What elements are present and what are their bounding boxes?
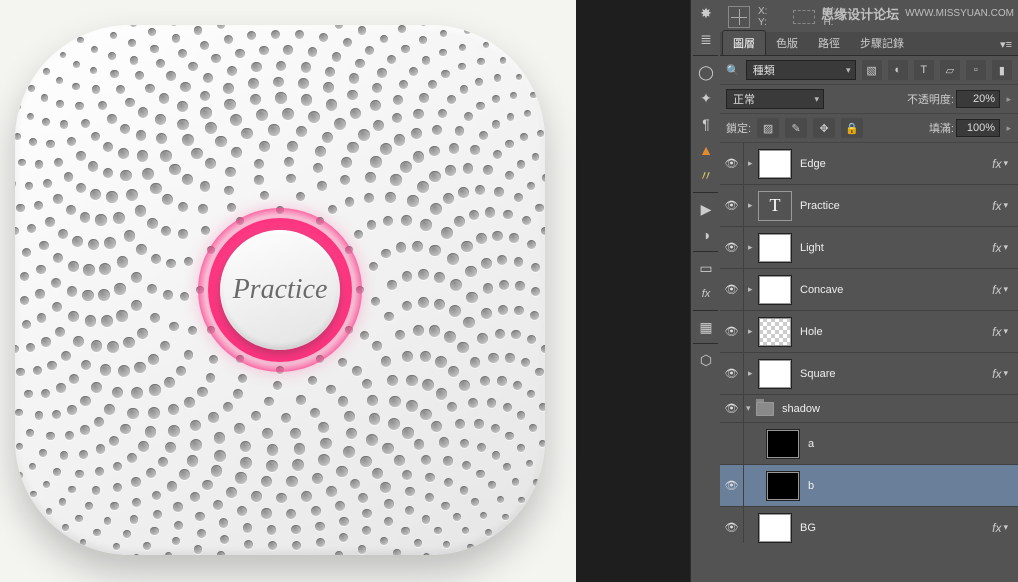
layer-thumbnail[interactable]: T: [758, 191, 792, 221]
canvas-area: Practice: [0, 0, 690, 582]
tool-grid-icon[interactable]: ▦: [691, 314, 721, 340]
fx-badge[interactable]: fx: [992, 325, 1001, 339]
lock-row: 鎖定: ▨ ✎ ✥ 🔒 填滿: 100%: [720, 114, 1018, 143]
layer-thumbnail[interactable]: [758, 513, 792, 543]
layer-name[interactable]: Concave: [800, 284, 992, 296]
filter-row: 🔍 種類 ▧ ◐ T ▱ ▫ ▮: [720, 56, 1018, 85]
layer-row[interactable]: 👁BGfx▾: [720, 507, 1018, 543]
lock-all-icon[interactable]: 🔒: [841, 118, 863, 138]
fx-badge[interactable]: fx: [992, 199, 1001, 213]
visibility-toggle[interactable]: 👁: [720, 227, 744, 269]
tab-channels[interactable]: 色版: [766, 31, 808, 55]
layer-thumbnail[interactable]: [766, 429, 800, 459]
fx-badge[interactable]: fx: [992, 367, 1001, 381]
visibility-toggle[interactable]: 👁: [720, 143, 744, 185]
lock-position-icon[interactable]: ✥: [813, 118, 835, 138]
visibility-toggle[interactable]: 👁: [720, 185, 744, 227]
fill-label: 填滿:: [929, 120, 954, 136]
opacity-label: 不透明度:: [907, 91, 954, 107]
layer-row[interactable]: 👁▸Lightfx▾: [720, 227, 1018, 269]
layer-name[interactable]: b: [808, 480, 1012, 492]
layer-row[interactable]: 👁▸TPracticefx▾: [720, 185, 1018, 227]
layer-name[interactable]: Edge: [800, 158, 992, 170]
fill-value[interactable]: 100%: [956, 119, 1000, 137]
fx-badge[interactable]: fx: [992, 157, 1001, 171]
tool-fire-icon[interactable]: ▲: [691, 137, 721, 163]
w-label: W:: [823, 6, 835, 17]
layer-group[interactable]: 👁▾shadow: [720, 395, 1018, 423]
tool-paragraph-icon[interactable]: ¶: [691, 111, 721, 137]
layer-list: 👁▸Edgefx▾👁▸TPracticefx▾👁▸Lightfx▾👁▸Conca…: [720, 143, 1018, 543]
layer-name[interactable]: Practice: [800, 200, 992, 212]
layer-thumbnail[interactable]: [766, 471, 800, 501]
filter-toggle-icon[interactable]: ▮: [992, 60, 1012, 80]
document-canvas[interactable]: Practice: [0, 0, 576, 582]
blend-mode-dropdown[interactable]: 正常: [726, 89, 824, 109]
lock-pixels-icon[interactable]: ✎: [785, 118, 807, 138]
layer-name[interactable]: BG: [800, 522, 992, 534]
lock-label: 鎖定:: [726, 120, 751, 136]
layer-row[interactable]: 👁▸Concavefx▾: [720, 269, 1018, 311]
layer-name[interactable]: shadow: [782, 403, 1012, 415]
layer-thumbnail[interactable]: [758, 359, 792, 389]
transform-info: X: Y: W: H:: [720, 0, 1018, 32]
filter-shape-icon[interactable]: ▱: [940, 60, 960, 80]
tool-window-icon[interactable]: ▭: [691, 255, 721, 281]
tab-history[interactable]: 步驟記錄: [850, 31, 914, 55]
layer-row[interactable]: 👁▸Edgefx▾: [720, 143, 1018, 185]
layer-row[interactable]: 👁a: [720, 423, 1018, 465]
panel-tabbar: 圖層 色版 路徑 步驟記錄 ▾≡: [720, 32, 1018, 56]
crosshair-icon: [728, 6, 750, 28]
fx-badge[interactable]: fx: [992, 283, 1001, 297]
filter-text-icon[interactable]: T: [914, 60, 934, 80]
artwork-square: Practice: [15, 25, 545, 555]
filter-pixel-icon[interactable]: ▧: [862, 60, 882, 80]
tool-brushes-icon[interactable]: ✸: [691, 0, 721, 26]
visibility-toggle[interactable]: 👁: [720, 423, 744, 465]
tool-circle-icon[interactable]: ◑: [691, 222, 721, 248]
layer-name[interactable]: a: [808, 438, 1012, 450]
bounds-icon: [793, 10, 815, 24]
visibility-toggle[interactable]: 👁: [720, 465, 744, 507]
filter-kind-dropdown[interactable]: 種類: [746, 60, 856, 80]
tool-fx-icon[interactable]: fx: [691, 281, 721, 307]
h-label: H:: [823, 17, 833, 28]
layer-row[interactable]: 👁▸Holefx▾: [720, 311, 1018, 353]
fx-badge[interactable]: fx: [992, 521, 1001, 535]
layer-thumbnail[interactable]: [758, 275, 792, 305]
tab-layers[interactable]: 圖層: [722, 30, 766, 55]
search-icon: 🔍: [726, 64, 740, 77]
tool-3d-icon[interactable]: ⬡: [691, 347, 721, 373]
lock-transparent-icon[interactable]: ▨: [757, 118, 779, 138]
tool-play-icon[interactable]: ▶: [691, 196, 721, 222]
visibility-toggle[interactable]: 👁: [720, 269, 744, 311]
tab-paths[interactable]: 路徑: [808, 31, 850, 55]
visibility-toggle[interactable]: 👁: [720, 311, 744, 353]
right-panel: 思缘设计论坛 WWW.MISSYUAN.COM X: Y: W: H: 圖層 色…: [720, 0, 1018, 582]
blend-row: 正常 不透明度: 20%: [720, 85, 1018, 114]
y-label: Y:: [758, 17, 767, 28]
filter-smart-icon[interactable]: ▫: [966, 60, 986, 80]
tool-swatches-icon[interactable]: ≣: [691, 26, 721, 52]
tool-lines-icon[interactable]: 〃: [691, 163, 721, 189]
layer-row[interactable]: 👁b: [720, 465, 1018, 507]
layer-name[interactable]: Hole: [800, 326, 992, 338]
layer-thumbnail[interactable]: [758, 317, 792, 347]
layer-row[interactable]: 👁▸Squarefx▾: [720, 353, 1018, 395]
filter-adjust-icon[interactable]: ◐: [888, 60, 908, 80]
layer-thumbnail[interactable]: [758, 149, 792, 179]
tool-timeline-icon[interactable]: ◯: [691, 59, 721, 85]
layer-thumbnail[interactable]: [758, 233, 792, 263]
folder-icon: [756, 402, 774, 416]
fx-badge[interactable]: fx: [992, 241, 1001, 255]
panel-menu-icon[interactable]: ▾≡: [994, 34, 1018, 55]
layer-name[interactable]: Square: [800, 368, 992, 380]
x-label: X:: [758, 6, 767, 17]
vertical-toolbar: ✸ ≣ ◯ ✦ ¶ ▲ 〃 ▶ ◑ ▭ fx ▦ ⬡: [690, 0, 720, 582]
opacity-value[interactable]: 20%: [956, 90, 1000, 108]
tool-character-icon[interactable]: ✦: [691, 85, 721, 111]
layer-name[interactable]: Light: [800, 242, 992, 254]
visibility-toggle[interactable]: 👁: [720, 507, 744, 544]
center-label: Practice: [233, 274, 328, 306]
